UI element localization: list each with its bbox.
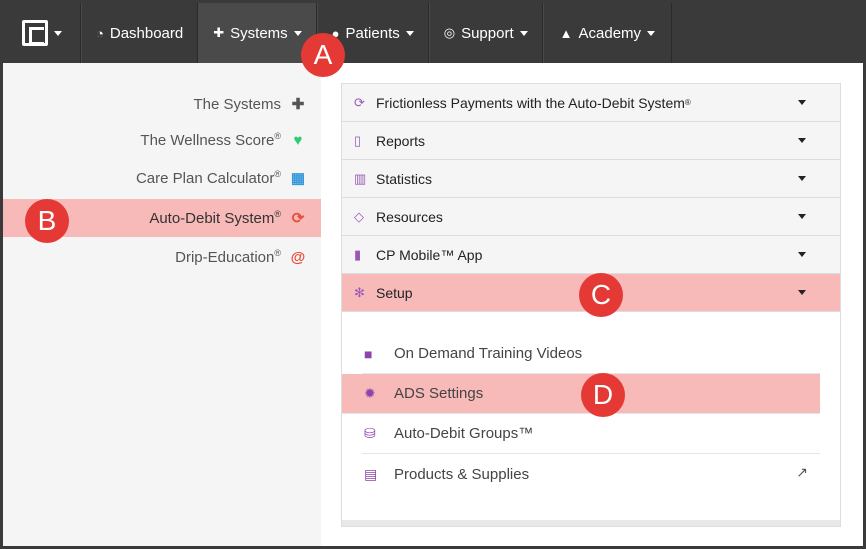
chevron-down-icon [647, 30, 656, 36]
setup-products-supplies[interactable]: ▤ Products & Supplies ↗ [362, 454, 820, 494]
accordion-label: Resources [376, 208, 443, 225]
sidebar-item-wellness-score[interactable]: The Wellness Score® ♥ [3, 121, 321, 159]
gears-icon: ✻ [354, 284, 365, 300]
accordion-resources[interactable]: ◇ Resources [342, 198, 840, 236]
sidebar-item-label: Drip-Education [175, 249, 275, 266]
panel-footer [342, 520, 840, 526]
heart-pulse-icon: ♥ [293, 131, 303, 149]
chevron-down-icon [798, 290, 806, 295]
chevron-down-icon [519, 30, 528, 36]
chevron-down-icon [293, 30, 302, 36]
sidebar-item-label: The Wellness Score [140, 132, 275, 149]
accordion-reports[interactable]: ▯ Reports [342, 122, 840, 160]
at-icon: @ [290, 248, 306, 266]
nav-academy[interactable]: ▲ Academy [542, 3, 673, 63]
external-link-icon[interactable]: ↗ [796, 464, 808, 481]
logo-icon [21, 20, 48, 46]
setup-item-label: Auto-Debit Groups™ [394, 425, 534, 442]
nav-support[interactable]: ◎ Support [428, 3, 543, 63]
graduation-cap-icon: ▲ [559, 25, 573, 41]
sidebar-item-care-plan-calculator[interactable]: Care Plan Calculator® ▦ [3, 159, 321, 197]
sidebar-item-drip-education[interactable]: Drip-Education® @ [3, 238, 321, 276]
sidebar-item-label: Auto-Debit System [149, 210, 275, 227]
accordion-statistics[interactable]: ▥ Statistics [342, 160, 840, 198]
accordion-label: Frictionless Payments with the Auto-Debi… [376, 94, 685, 111]
chevron-down-icon [53, 30, 62, 36]
nav-support-label: Support [461, 24, 514, 42]
nav-dashboard[interactable]: ◔ Dashboard [81, 3, 199, 63]
setup-auto-debit-groups[interactable]: ⛁ Auto-Debit Groups™ [362, 414, 820, 454]
chevron-down-icon [798, 138, 806, 143]
registered-mark: ® [274, 169, 281, 179]
sidebar-item-label: Care Plan Calculator [135, 170, 275, 187]
callout-marker-a: A [301, 33, 345, 77]
callout-marker-b: B [25, 199, 69, 243]
accordion-frictionless-payments[interactable]: ⟳ Frictionless Payments with the Auto-De… [342, 84, 840, 122]
lifebuoy-icon: ◎ [443, 25, 456, 40]
database-icon: ⛁ [364, 425, 376, 441]
registered-mark: ® [684, 98, 691, 107]
chevron-down-icon [798, 214, 806, 219]
setup-item-label: ADS Settings [394, 385, 484, 402]
top-navigation-bar: ◔ Dashboard ✚ Systems ● Patients ◎ Suppo… [3, 3, 863, 63]
video-camera-icon: ■ [364, 345, 373, 362]
accordion-label: Setup [376, 284, 413, 301]
nav-academy-label: Academy [578, 24, 642, 42]
nav-systems[interactable]: ✚ Systems [198, 3, 317, 63]
brand-menu[interactable] [3, 3, 81, 63]
accordion-label: Reports [376, 132, 426, 149]
setup-item-label: Products & Supplies [394, 465, 530, 483]
chevron-down-icon [798, 100, 806, 105]
nav-dashboard-label: Dashboard [109, 24, 184, 42]
chevron-down-icon [798, 252, 806, 257]
nav-systems-label: Systems [230, 24, 288, 42]
accordion-cp-mobile-app[interactable]: ▮ CP Mobile™ App [342, 236, 840, 274]
dashboard-icon: ◔ [96, 25, 104, 41]
calculator-icon: ▦ [290, 170, 306, 187]
refresh-icon: ⟳ [291, 210, 305, 227]
file-icon: ▯ [354, 132, 362, 148]
accordion-label: Statistics [376, 170, 433, 187]
chevron-down-icon [405, 30, 414, 36]
puzzle-icon: ✚ [291, 96, 305, 113]
gear-icon: ✹ [364, 385, 376, 401]
sidebar-item-the-systems[interactable]: The Systems ✚ [3, 85, 321, 123]
callout-marker-d: D [581, 373, 625, 417]
setup-on-demand-training-videos[interactable]: ■ On Demand Training Videos [362, 334, 820, 374]
nav-patients-label: Patients [345, 24, 400, 42]
puzzle-icon: ✚ [213, 25, 225, 40]
callout-marker-c: C [579, 273, 623, 317]
basket-icon: ▤ [364, 465, 378, 482]
registered-mark: ® [274, 209, 281, 219]
mobile-icon: ▮ [354, 246, 362, 262]
registered-mark: ® [274, 248, 281, 258]
bar-chart-icon: ▥ [354, 170, 367, 186]
systems-sidebar: The Systems ✚ The Wellness Score® ♥ Care… [3, 63, 321, 546]
registered-mark: ® [274, 131, 281, 141]
setup-item-label: On Demand Training Videos [394, 345, 583, 362]
refresh-icon: ⟳ [354, 94, 365, 110]
diamond-icon: ◇ [354, 208, 364, 224]
chevron-down-icon [798, 176, 806, 181]
sidebar-item-label: The Systems [193, 95, 281, 113]
accordion-label: CP Mobile™ App [376, 246, 483, 263]
